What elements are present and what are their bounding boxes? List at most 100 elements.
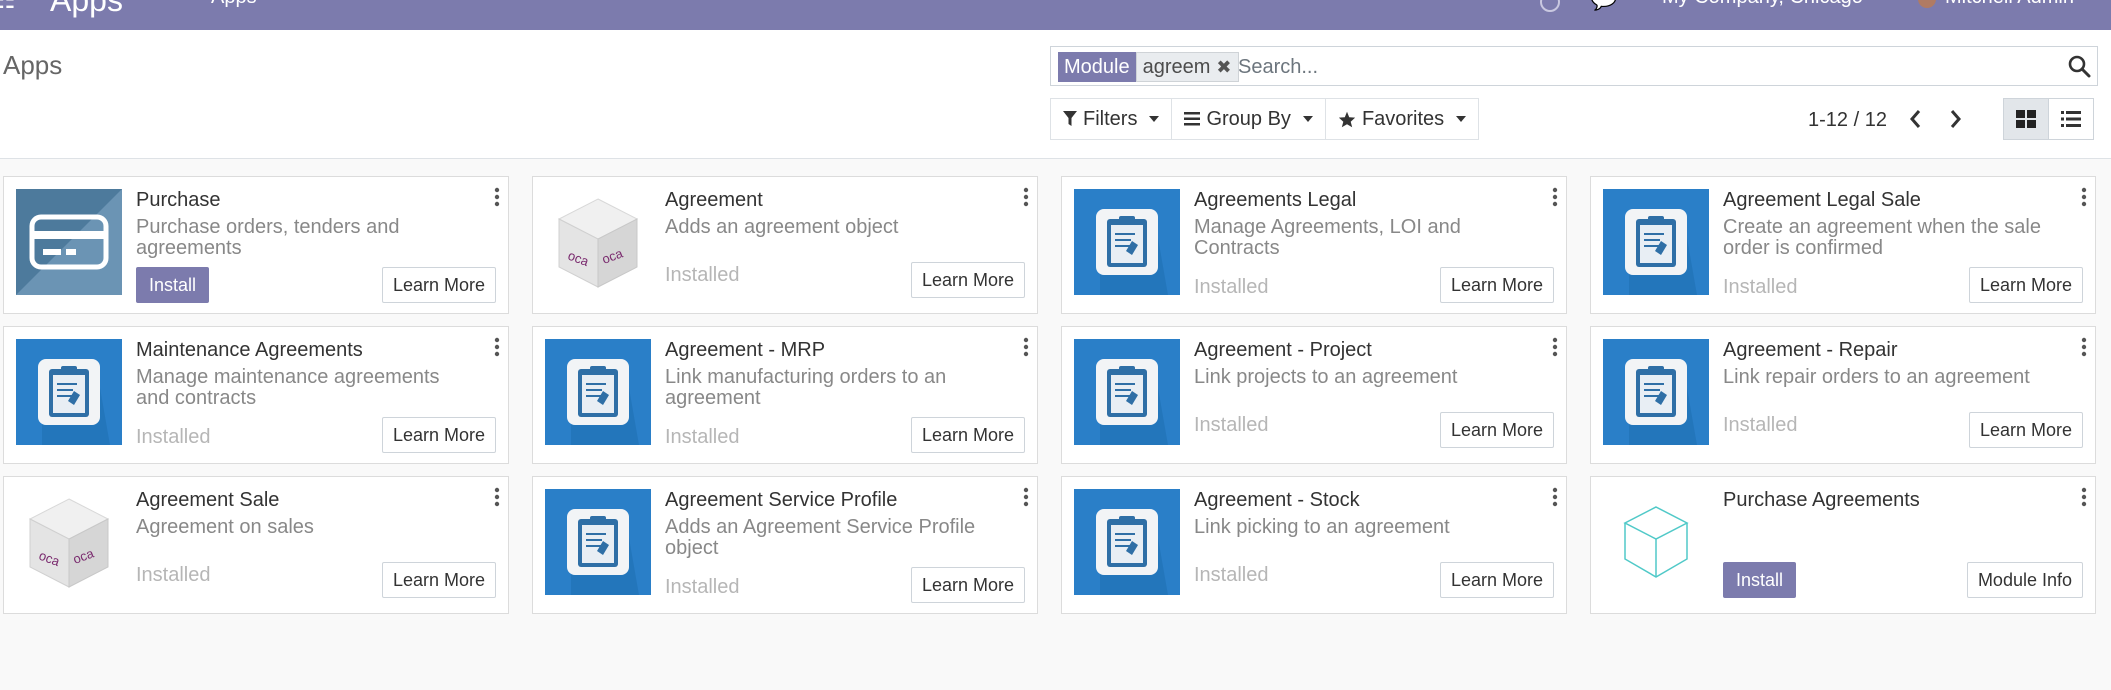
app-summary: Purchase orders, tenders and agreements [136,216,400,259]
app-card[interactable]: Agreement - MRP Link manufacturing orders… [532,326,1038,464]
app-card[interactable]: Maintenance Agreements Manage maintenance… [3,326,509,464]
kebab-menu-icon[interactable] [2081,487,2087,507]
control-panel: Apps Module agreem ✖ Filters Group By [0,30,2111,159]
app-title: Agreement Sale [136,489,280,511]
list-icon [2061,111,2081,127]
search-input[interactable] [1236,51,2020,83]
app-summary: Manage maintenance agreements and contra… [136,366,440,409]
app-card[interactable]: Agreement Legal Sale Create an agreement … [1590,176,2096,314]
clipboard-icon [1074,489,1180,595]
kebab-menu-icon[interactable] [2081,337,2087,357]
filters-button[interactable]: Filters [1050,98,1173,140]
learn-more-button[interactable]: Learn More [381,417,496,453]
app-title: Agreement - Stock [1194,489,1360,511]
app-status: Installed [1723,276,1798,298]
app-summary: Create an agreement when the sale order … [1723,216,2041,259]
app-status: Installed [665,264,740,286]
kanban-view-button[interactable] [2003,98,2049,140]
star-icon [1338,111,1356,127]
clipboard-icon [1074,189,1180,295]
app-status: Installed [136,564,211,586]
kebab-menu-icon[interactable] [494,187,500,207]
app-status: Installed [1194,276,1269,298]
learn-more-button[interactable]: Learn More [1439,412,1554,448]
install-button[interactable]: Install [1723,562,1797,598]
app-card[interactable]: Agreement - Stock Link picking to an agre… [1061,476,1567,614]
clipboard-icon [16,339,122,445]
search-icon[interactable] [2067,54,2091,78]
chat-icon[interactable]: 💬 [1590,0,1617,12]
apps-menu-icon[interactable]: ☷ [0,0,16,15]
kebab-menu-icon[interactable] [1552,337,1558,357]
kebab-menu-icon[interactable] [1023,487,1029,507]
chevron-down-icon [1456,116,1467,122]
facet-label: Module [1058,52,1136,82]
app-card[interactable]: Agreement - Project Link projects to an a… [1061,326,1567,464]
kebab-menu-icon[interactable] [1023,187,1029,207]
app-card[interactable]: Agreement Service Profile Adds an Agreeme… [532,476,1038,614]
app-status: Installed [136,426,211,448]
facet-value-text: agreem [1142,56,1211,78]
app-summary: Link manufacturing orders to an agreemen… [665,366,947,409]
app-status: Installed [1194,564,1269,586]
clipboard-icon [1603,189,1709,295]
bars-icon [1184,112,1201,126]
groupby-label: Group By [1206,107,1291,130]
learn-more-button[interactable]: Learn More [1439,267,1554,303]
learn-more-button[interactable]: Learn More [910,417,1025,453]
app-title: Agreement Service Profile [665,489,898,511]
app-brand[interactable]: Apps [50,0,123,19]
learn-more-button[interactable]: Learn More [1439,562,1554,598]
favorites-button[interactable]: Favorites [1324,98,1480,140]
kebab-menu-icon[interactable] [1552,187,1558,207]
oca-cube-icon: oca oca [545,189,651,295]
top-navbar: ☷ Apps Apps 💬 My Company, Chicago Mitche… [0,0,2111,30]
clipboard-icon [1074,339,1180,445]
learn-more-button[interactable]: Learn More [910,262,1025,298]
app-card[interactable]: Purchase Agreements Install Module Info [1590,476,2096,614]
kebab-menu-icon[interactable] [1552,487,1558,507]
groupby-button[interactable]: Group By [1171,98,1326,140]
app-card[interactable]: Agreements Legal Manage Agreements, LOI a… [1061,176,1567,314]
app-title: Agreement [665,189,763,211]
kebab-menu-icon[interactable] [2081,187,2087,207]
chevron-down-icon [1149,116,1160,122]
app-card[interactable]: Agreement - Repair Link repair orders to … [1590,326,2096,464]
chevron-left-icon[interactable] [1906,105,1926,133]
app-title: Agreement - Repair [1723,339,1898,361]
app-summary: Adds an agreement object [665,216,899,238]
search-bar[interactable]: Module agreem ✖ [1050,46,2098,86]
learn-more-button[interactable]: Learn More [1968,412,2083,448]
activity-icon[interactable] [1540,0,1560,12]
pager-value[interactable]: 1-12 / 12 [1808,109,1887,132]
kebab-menu-icon[interactable] [1023,337,1029,357]
app-card[interactable]: oca oca Agreement Sale Agreement on sales In… [3,476,509,614]
learn-more-button[interactable]: Learn More [381,267,496,303]
kebab-menu-icon[interactable] [494,337,500,357]
user-menu[interactable]: Mitchell Admin [1945,0,2074,9]
facet-remove-icon[interactable]: ✖ [1216,53,1231,81]
user-avatar[interactable] [1918,0,1936,8]
kebab-menu-icon[interactable] [494,487,500,507]
learn-more-button[interactable]: Learn More [910,567,1025,603]
menu-item-apps[interactable]: Apps [211,0,257,9]
app-card[interactable]: oca oca Agreement Adds an agreement object I… [532,176,1038,314]
app-summary: Link projects to an agreement [1194,366,1458,388]
search-facet: Module agreem ✖ [1058,52,1239,82]
learn-more-button[interactable]: Learn More [381,562,496,598]
chevron-right-icon[interactable] [1945,105,1965,133]
learn-more-button[interactable]: Learn More [1968,267,2083,303]
install-button[interactable]: Install [136,267,210,303]
app-summary: Manage Agreements, LOI and Contracts [1194,216,1461,259]
list-view-button[interactable] [2048,98,2094,140]
app-title: Agreement Legal Sale [1723,189,1921,211]
learn-more-button[interactable]: Module Info [1966,562,2083,598]
outline-cube-icon [1603,489,1709,595]
app-title: Maintenance Agreements [136,339,363,361]
app-summary: Agreement on sales [136,516,314,538]
clipboard-icon [1603,339,1709,445]
app-summary: Adds an Agreement Service Profile object [665,516,976,559]
app-card[interactable]: Purchase Purchase orders, tenders and agr… [3,176,509,314]
company-switcher[interactable]: My Company, Chicago [1662,0,1863,9]
app-status: Installed [665,426,740,448]
